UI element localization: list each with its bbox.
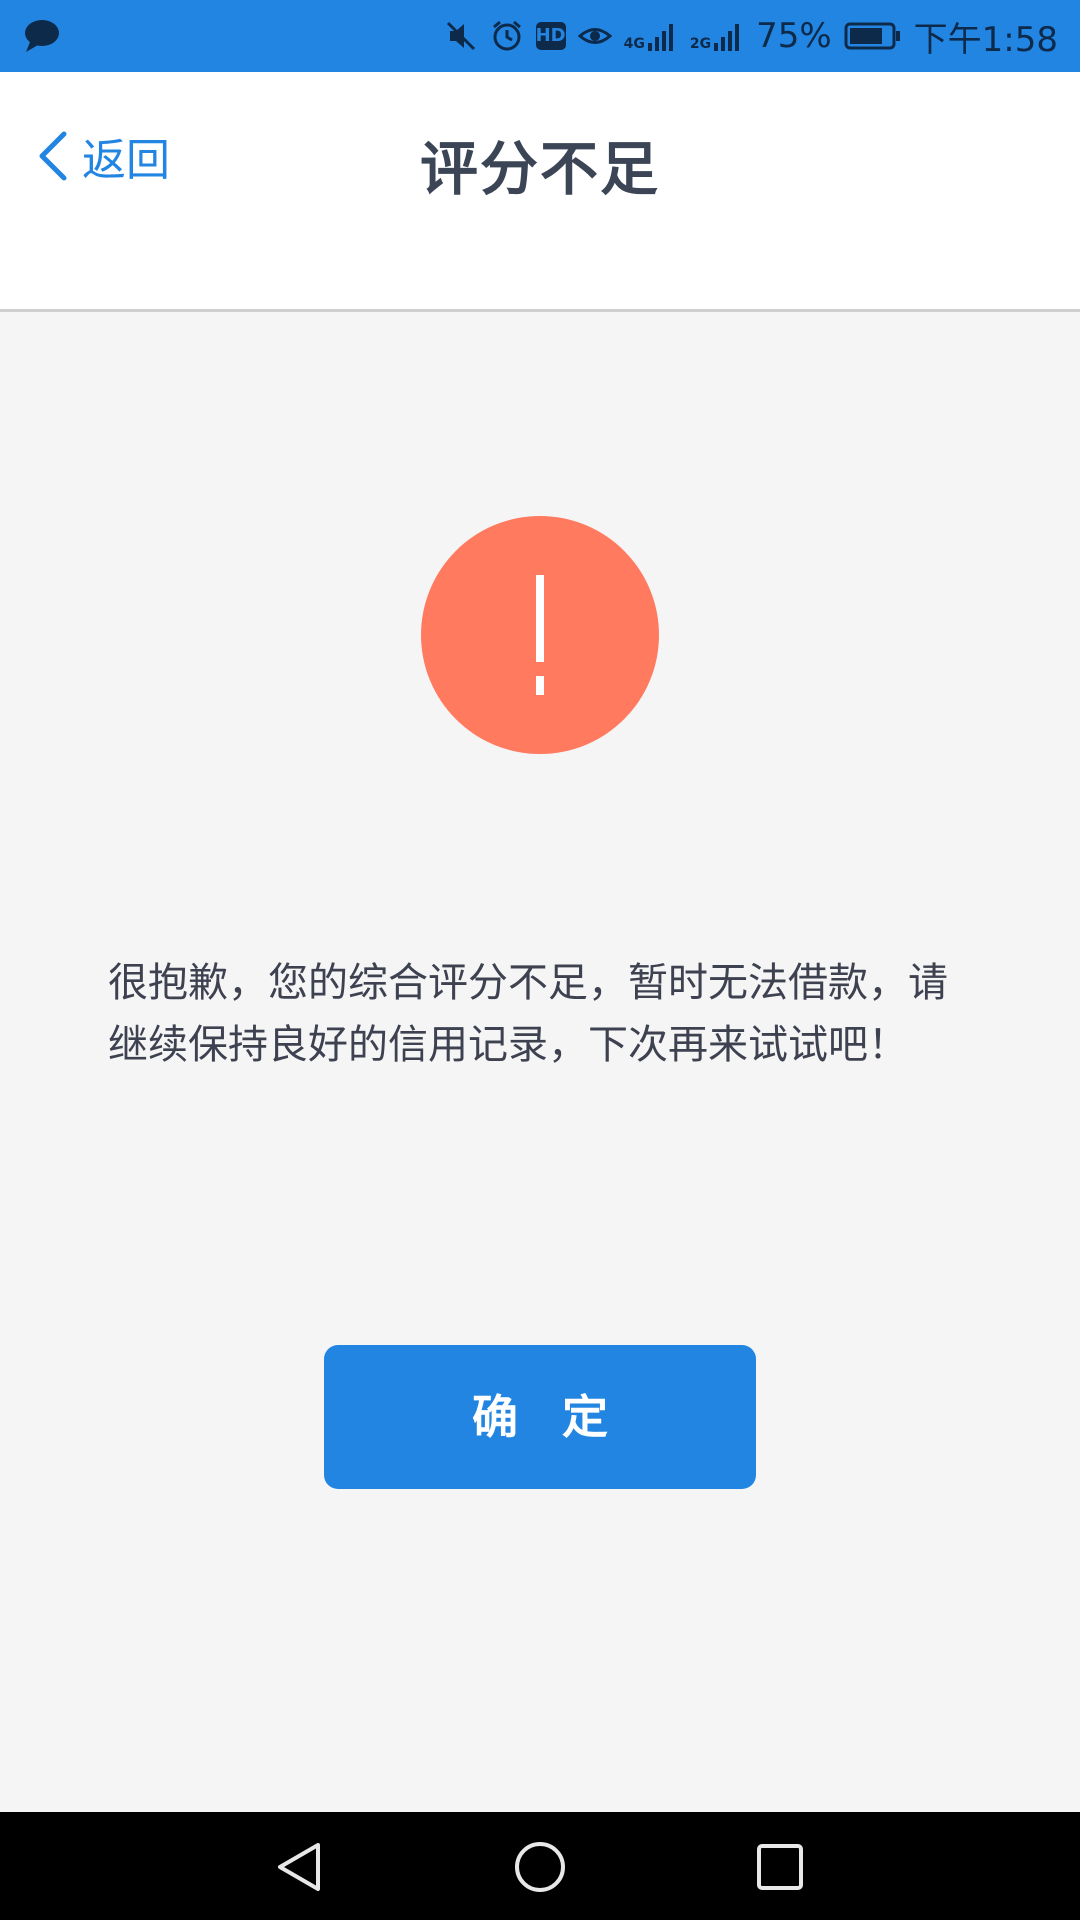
status-bar: HD 4G 2G 75% 下午1:58 <box>0 0 1080 72</box>
confirm-button[interactable]: 确 定 <box>324 1345 756 1489</box>
battery-percent: 75% <box>756 16 832 56</box>
signal-bars-icon <box>647 24 673 51</box>
hd-icon: HD <box>535 22 566 50</box>
signal-bars-icon <box>714 24 740 51</box>
network-2g-label: 2G <box>689 36 712 52</box>
message-icon <box>25 20 59 52</box>
page-title: 评分不足 <box>419 135 660 203</box>
signal-2g-icon: 2G <box>690 21 744 51</box>
recents-square-icon[interactable] <box>752 1839 808 1895</box>
back-triangle-icon[interactable] <box>272 1839 328 1895</box>
system-nav-bar <box>0 1812 1080 1920</box>
eye-icon <box>577 28 612 44</box>
battery-icon <box>844 22 900 50</box>
signal-4g-icon: 4G <box>624 21 678 51</box>
alarm-icon <box>492 20 521 51</box>
status-icons: HD 4G 2G 75% 下午1:58 <box>444 0 1058 72</box>
network-4g-label: 4G <box>623 36 645 52</box>
error-message: 很抱歉，您的综合评分不足，暂时无法借款，请继续保持良好的信用记录，下次再来试试吧… <box>108 960 948 1068</box>
home-circle-icon[interactable] <box>512 1839 568 1895</box>
exclamation-icon <box>421 516 659 754</box>
mute-icon <box>446 21 475 51</box>
status-time: 下午1:58 <box>913 19 1058 60</box>
